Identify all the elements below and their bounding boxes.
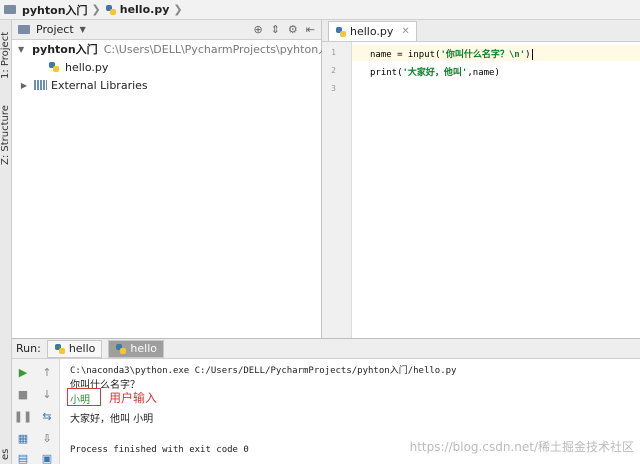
run-toolbar: ▶ ↑ ■ ↓ ❚❚ ⇆ ▦ ⇩ ▤ ▣ [12, 359, 60, 464]
tree-external-libraries[interactable]: ▶ External Libraries [12, 76, 321, 94]
navigation-breadcrumb: pyhton入门 ❯ hello.py ❯ [0, 0, 640, 20]
tree-file-hello[interactable]: hello.py [12, 58, 321, 76]
collapse-all-icon[interactable]: ⇕ [271, 23, 280, 36]
pause-icon[interactable]: ❚❚ [14, 409, 32, 423]
run-icon[interactable]: ▶ [16, 365, 30, 379]
chevron-right-icon: ❯ [173, 3, 183, 16]
run-tab-hello-2[interactable]: hello [108, 339, 164, 358]
dropdown-arrow-icon[interactable]: ▼ [80, 25, 86, 34]
console-greeting: 大家好，他叫 小明 [70, 414, 154, 425]
restore-layout-icon[interactable]: ▤ [16, 451, 30, 464]
structure-tool-tab[interactable]: Z: Structure [0, 100, 12, 170]
python-file-icon [48, 61, 60, 73]
line-number: 3 [331, 84, 336, 93]
run-panel-header: Run: hello hello [12, 339, 640, 359]
code-editor: hello.py ✕ 1 2 3 name = input('你叫什么名字？\n… [322, 20, 640, 338]
soft-wrap-icon[interactable]: ⇆ [40, 409, 54, 423]
run-label: Run: [16, 342, 41, 355]
console-command: C:\naconda3\python.exe C:/Users/DELL/Pyc… [70, 366, 457, 376]
breadcrumb-project[interactable]: pyhton入门 ❯ [4, 2, 105, 18]
tree-root-folder[interactable]: ▼ pyhton入门 C:\Users\DELL\PycharmProjects… [12, 40, 340, 58]
breadcrumb-file[interactable]: hello.py ❯ [105, 3, 187, 16]
editor-tab-hello[interactable]: hello.py ✕ [328, 21, 417, 41]
annotation-label: 用户输入 [109, 391, 158, 405]
stop-icon[interactable]: ■ [16, 387, 30, 401]
console-output[interactable]: C:\naconda3\python.exe C:/Users/DELL/Pyc… [60, 359, 640, 464]
editor-tabs: hello.py ✕ [322, 20, 640, 42]
code-line-1[interactable]: name = input('你叫什么名字？\n') [370, 47, 533, 60]
line-number: 1 [331, 48, 336, 57]
expand-arrow-icon[interactable]: ▼ [18, 45, 24, 54]
project-panel-header: Project ▼ ⊕ ⇕ ⚙ ⇤ [12, 20, 321, 40]
project-header-actions: ⊕ ⇕ ⚙ ⇤ [253, 23, 321, 36]
run-tab-hello-1[interactable]: hello [46, 339, 103, 358]
code-line-2[interactable]: print('大家好，他叫',name) [370, 65, 500, 78]
console-user-input: 小明 [70, 395, 90, 406]
arrow-down-icon[interactable]: ↓ [40, 387, 54, 401]
chevron-right-icon: ❯ [91, 3, 101, 16]
library-icon [34, 80, 47, 90]
line-number: 2 [331, 66, 336, 75]
run-panel: Run: hello hello ▶ ↑ ■ ↓ ❚❚ ⇆ ▦ ⇩ ▤ ▣ C:… [12, 338, 640, 464]
watermark: https://blog.csdn.net/稀土掘金技术社区 [409, 440, 634, 454]
locate-icon[interactable]: ⊕ [253, 23, 262, 36]
close-icon[interactable]: ✕ [401, 26, 409, 37]
left-tool-strip: 1: Project Z: Structure es [0, 20, 12, 464]
python-file-icon [54, 343, 66, 355]
python-file-icon [335, 26, 347, 38]
python-file-icon [105, 4, 117, 16]
collapsed-arrow-icon[interactable]: ▶ [18, 81, 30, 90]
text-caret [531, 49, 533, 60]
bottom-tool-tab[interactable]: es [0, 445, 12, 463]
hide-icon[interactable]: ⇤ [306, 23, 315, 36]
project-icon [18, 25, 30, 34]
console-exit-message: Process finished with exit code 0 [70, 445, 249, 455]
scroll-end-icon[interactable]: ⇩ [40, 431, 54, 445]
code-area[interactable]: name = input('你叫什么名字？\n') print('大家好，他叫'… [352, 42, 640, 338]
python-file-icon [115, 343, 127, 355]
project-panel: Project ▼ ⊕ ⇕ ⚙ ⇤ ▼ pyhton入门 C:\Users\DE… [12, 20, 340, 338]
project-tool-tab[interactable]: 1: Project [0, 24, 12, 86]
line-number-gutter: 1 2 3 [322, 42, 352, 338]
print-icon[interactable]: ▣ [40, 451, 54, 464]
gear-icon[interactable]: ⚙ [288, 23, 298, 36]
layout-icon[interactable]: ▦ [16, 431, 30, 445]
project-view-selector[interactable]: Project [36, 23, 74, 36]
arrow-up-icon[interactable]: ↑ [40, 365, 54, 379]
folder-icon [4, 5, 16, 14]
